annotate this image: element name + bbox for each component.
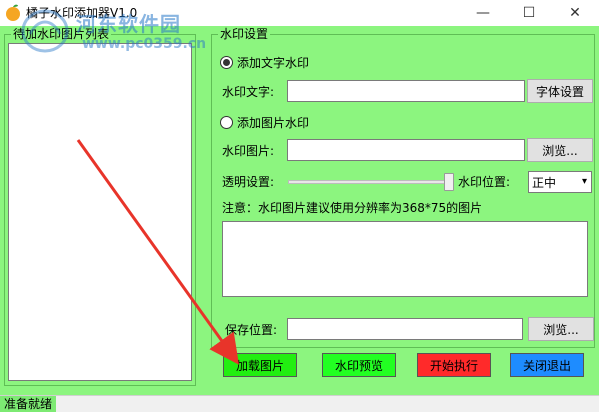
watermark-preview-area bbox=[222, 221, 588, 297]
position-selected-value: 正中 bbox=[532, 175, 557, 190]
watermark-image-label: 水印图片: bbox=[222, 144, 275, 158]
preview-watermark-button[interactable]: 水印预览 bbox=[322, 353, 396, 377]
start-execution-button[interactable]: 开始执行 bbox=[417, 353, 491, 377]
image-list-title: 待加水印图片列表 bbox=[11, 27, 112, 41]
maximize-button[interactable]: ☐ bbox=[506, 0, 552, 26]
watermark-text-label: 水印文字: bbox=[222, 85, 275, 99]
text-watermark-radio[interactable]: 添加文字水印 bbox=[220, 54, 309, 71]
close-button[interactable]: ✕ bbox=[552, 0, 598, 26]
position-select[interactable]: 正中 ▾ bbox=[528, 171, 592, 193]
image-list-group: 待加水印图片列表 bbox=[4, 27, 196, 386]
image-watermark-radio[interactable]: 添加图片水印 bbox=[220, 114, 309, 131]
font-settings-button[interactable]: 字体设置 bbox=[527, 79, 593, 103]
title-bar[interactable]: 橘子水印添加器V1.0 — ☐ ✕ bbox=[0, 0, 599, 26]
main-client-area: 待加水印图片列表 水印设置 添加文字水印 水印文字: 字体设置 添加图片水印 水… bbox=[0, 26, 599, 395]
watermark-settings-title: 水印设置 bbox=[218, 27, 271, 41]
browse-image-button[interactable]: 浏览... bbox=[527, 138, 593, 162]
status-bar: 准备就绪 bbox=[0, 395, 599, 412]
image-watermark-label: 添加图片水印 bbox=[237, 116, 310, 130]
radio-selected-icon bbox=[220, 56, 233, 69]
watermark-settings-group: 水印设置 添加文字水印 水印文字: 字体设置 添加图片水印 水印图片: 浏览..… bbox=[211, 27, 595, 348]
window-title: 橘子水印添加器V1.0 bbox=[26, 6, 138, 20]
position-label: 水印位置: bbox=[458, 175, 511, 189]
opacity-slider-track[interactable] bbox=[288, 180, 454, 184]
watermark-image-input[interactable] bbox=[287, 139, 525, 161]
minimize-button[interactable]: — bbox=[460, 0, 506, 26]
note-text: 注意：水印图片建议使用分辨率为368*75的图片 bbox=[222, 201, 483, 215]
opacity-slider-handle[interactable] bbox=[444, 173, 454, 191]
exit-button[interactable]: 关闭退出 bbox=[510, 353, 584, 377]
load-images-button[interactable]: 加载图片 bbox=[223, 353, 297, 377]
chevron-down-icon: ▾ bbox=[581, 176, 587, 187]
save-location-label: 保存位置: bbox=[225, 323, 278, 337]
opacity-label: 透明设置: bbox=[222, 175, 275, 189]
status-text: 准备就绪 bbox=[0, 396, 57, 412]
browse-save-button[interactable]: 浏览... bbox=[528, 317, 594, 341]
radio-unselected-icon bbox=[220, 116, 233, 129]
image-list[interactable] bbox=[8, 43, 192, 381]
text-watermark-label: 添加文字水印 bbox=[237, 56, 310, 70]
app-icon bbox=[4, 4, 22, 22]
save-location-input[interactable] bbox=[287, 318, 523, 340]
watermark-text-input[interactable] bbox=[287, 80, 525, 102]
